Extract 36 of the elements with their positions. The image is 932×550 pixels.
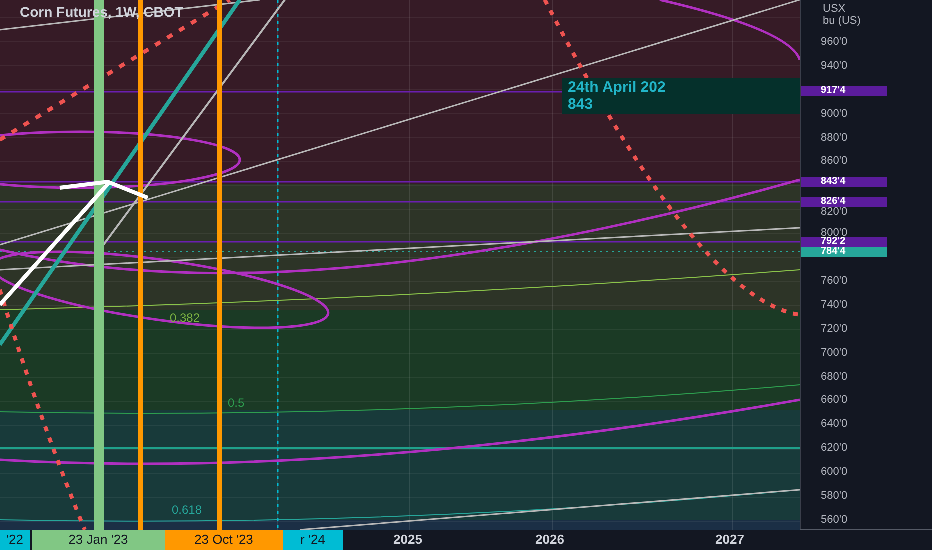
price-marker: 826'4 — [801, 197, 887, 207]
time-marker: 23 Oct '23 — [165, 530, 283, 550]
fib-level-label: 0.5 — [228, 397, 245, 409]
axis-unit: USX — [823, 3, 846, 16]
fib-level-label: 0.618 — [172, 504, 202, 516]
price-tick: 820'0 — [821, 206, 848, 218]
price-tick: 900'0 — [821, 108, 848, 120]
fib-level-label: 0.382 — [170, 312, 200, 324]
price-marker: 917'4 — [801, 86, 887, 96]
price-tick: 700'0 — [821, 347, 848, 359]
price-tick: 560'0 — [821, 514, 848, 526]
price-tick: 640'0 — [821, 418, 848, 430]
price-tick: 940'0 — [821, 60, 848, 72]
price-tick: 760'0 — [821, 275, 848, 287]
callout-value: 843 — [568, 96, 594, 113]
axis-unit: bu (US) — [823, 15, 861, 28]
price-tick: 620'0 — [821, 442, 848, 454]
price-marker: 784'4 — [801, 247, 887, 257]
price-tick: 680'0 — [821, 371, 848, 383]
callout-date: 24th April 202 — [568, 79, 667, 96]
price-tick: 880'0 — [821, 132, 848, 144]
price-tick: 740'0 — [821, 299, 848, 311]
price-marker: 843'4 — [801, 177, 887, 187]
price-tick: 720'0 — [821, 323, 848, 335]
price-tick: 960'0 — [821, 36, 848, 48]
price-tick: 860'0 — [821, 155, 848, 167]
time-marker: '22 — [0, 530, 30, 550]
time-tick: 2025 — [392, 531, 424, 549]
price-tick: 580'0 — [821, 490, 848, 502]
price-tick: 660'0 — [821, 394, 848, 406]
price-marker: 792'2 — [801, 237, 887, 247]
time-tick: 2026 — [534, 531, 566, 549]
price-tick: 600'0 — [821, 466, 848, 478]
time-tick: 2027 — [714, 531, 746, 549]
time-marker: r '24 — [283, 530, 343, 550]
time-marker: 23 Jan '23 — [32, 530, 165, 550]
